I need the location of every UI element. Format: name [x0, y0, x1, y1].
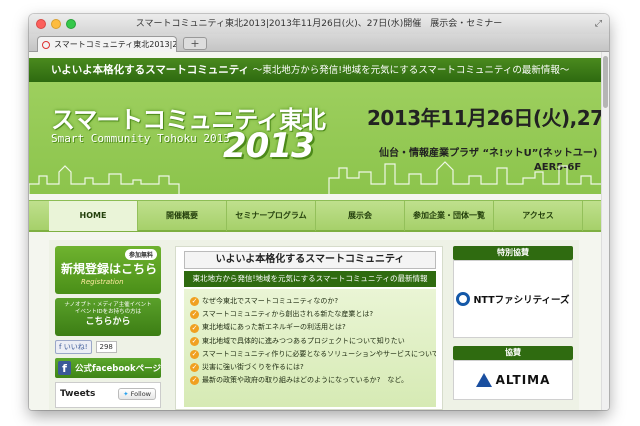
nav-seminar-program[interactable]: セミナープログラム — [227, 201, 316, 231]
facebook-icon: f — [58, 361, 72, 375]
list-item: ✓ 東北地域で具体的に進みつつあるプロジェクトについて知りたい — [190, 335, 436, 348]
question-text: 最新の政策や政府の取り組みはどのようになっているか? など。 — [202, 376, 409, 385]
follow-button[interactable]: ✦ Follow — [118, 388, 156, 400]
free-badge: 参加無料 — [124, 249, 157, 260]
left-sidebar: 参加無料 新規登録はこちら Registration ナノオプト・メディア主催イ… — [55, 246, 161, 408]
special-sponsor-name: NTTファシリティーズ — [473, 295, 570, 306]
facebook-like-row: f いいね! 298 — [55, 340, 161, 354]
tweets-title: Tweets — [60, 389, 96, 399]
browser-window: スマートコミュニティ東北2013|2013年11月26日(火)、27日(水)開催… — [29, 14, 609, 410]
hero-title-en: Smart Community Tohoku 2013 — [51, 132, 230, 145]
title-bar: スマートコミュニティ東北2013|2013年11月26日(火)、27日(水)開催… — [29, 14, 609, 34]
list-item: ✓スマートコミュニティ作りに必要となるソリューションやサービスについて知りたい — [190, 348, 436, 361]
register-sublabel: Registration — [81, 278, 124, 286]
feature-panel: いよいよ本格化するスマートコミュニティ 東北地方から発信!地域を元気にするスマー… — [175, 246, 443, 410]
facebook-page-button[interactable]: f 公式facebookページ — [55, 358, 161, 378]
check-icon: ✓ — [190, 310, 199, 320]
main-content: 参加無料 新規登録はこちら Registration ナノオプト・メディア主催イ… — [49, 240, 579, 410]
check-icon: ✓ — [190, 349, 199, 359]
nav-exhibition[interactable]: 展示会 — [316, 201, 405, 231]
like-button[interactable]: f いいね! — [55, 340, 92, 354]
feature-subheading: 東北地方から発信!地域を元気にするスマートコミュニティの最新情報 — [184, 271, 436, 287]
check-icon: ✓ — [190, 297, 199, 307]
minimize-icon[interactable] — [51, 19, 61, 29]
tagline-subtitle: 〜東北地方から発信!地域を元気にするスマートコミュニティの最新情報〜 — [252, 65, 570, 76]
tagline-title: いよいよ本格化するスマートコミュニティ — [51, 64, 250, 76]
follow-label: Follow — [130, 390, 151, 398]
tab-bar: スマートコミュニティ東北2013|20... + — [29, 34, 609, 52]
event-date: 2013年11月26日(火),27日(水) — [367, 106, 601, 130]
nav-home[interactable]: HOME — [49, 201, 138, 231]
hero-banner: スマートコミュニティ東北 Smart Community Tohoku 2013… — [29, 82, 601, 194]
nav-access[interactable]: アクセス — [494, 201, 583, 231]
facebook-icon: f — [59, 343, 62, 351]
sponsor-heading: 協賛 — [453, 346, 573, 360]
question-text: 災害に強い街づくりを作るには? — [202, 363, 304, 372]
nav-overview[interactable]: 開催概要 — [138, 201, 227, 231]
window-title: スマートコミュニティ東北2013|2013年11月26日(火)、27日(水)開催… — [135, 19, 503, 29]
nav-participants[interactable]: 参加企業・団体一覧 — [405, 201, 494, 231]
media-line-3: こちらから — [85, 317, 131, 327]
feature-body: ✓ なぜ今東北でスマートコミュニティなのか? ✓ スマートコミュニティから創出される… — [184, 289, 436, 407]
page-viewport[interactable]: いよいよ本格化するスマートコミュニティ 〜東北地方から発信!地域を元気にするスマ… — [29, 52, 609, 410]
ntt-logo-icon — [456, 292, 471, 306]
facebook-page-label: 公式facebookページ — [75, 364, 161, 374]
zoom-icon[interactable] — [66, 19, 76, 29]
fullscreen-icon[interactable]: ⤢ — [595, 18, 602, 30]
sponsor-name: ALTIMA — [495, 373, 551, 387]
list-item: ✓ 最新の政策や政府の取り組みはどのようになっているか? など。 — [190, 374, 436, 387]
feature-heading: いよいよ本格化するスマートコミュニティ — [184, 251, 436, 269]
favicon-icon — [42, 41, 50, 49]
event-id-login-button[interactable]: ナノオプト・メディア主催イベント イベントIDをお持ちの方は こちらから — [55, 298, 161, 336]
check-icon: ✓ — [190, 323, 199, 333]
list-item: ✓ スマートコミュニティから創出される新たな産業とは? — [190, 308, 436, 321]
media-line-2: イベントIDをお持ちの方は — [74, 309, 142, 315]
window-controls — [36, 19, 76, 29]
list-item: ✓ 東北地域にあった新エネルギーの利活用とは? — [190, 321, 436, 334]
site-tagline: いよいよ本格化するスマートコミュニティ 〜東北地方から発信!地域を元気にするスマ… — [29, 58, 601, 82]
register-button[interactable]: 参加無料 新規登録はこちら Registration — [55, 246, 161, 294]
question-text: なぜ今東北でスマートコミュニティなのか? — [202, 297, 339, 305]
list-item: ✓ なぜ今東北でスマートコミュニティなのか? — [190, 295, 436, 308]
main-navigation: HOME 開催概要 セミナープログラム 展示会 参加企業・団体一覧 アクセス — [29, 200, 601, 232]
question-text: 東北地域にあった新エネルギーの利活用とは? — [202, 323, 346, 332]
like-count: 298 — [95, 341, 117, 353]
special-sponsor-link[interactable]: NTTファシリティーズ — [453, 260, 573, 338]
check-icon: ✓ — [190, 376, 199, 386]
media-line-1: ナノオプト・メディア主催イベント — [64, 302, 152, 308]
tab-active[interactable]: スマートコミュニティ東北2013|20... — [37, 36, 177, 52]
city-skyline-illustration — [29, 161, 601, 194]
tab-label: スマートコミュニティ東北2013|20... — [54, 40, 177, 49]
scrollbar-thumb[interactable] — [603, 56, 608, 108]
question-text: スマートコミュニティから創出される新たな産業とは? — [202, 310, 374, 319]
altima-logo-icon — [475, 373, 492, 387]
list-item: ✓ 災害に強い街づくりを作るには? — [190, 361, 436, 374]
sponsor-link[interactable]: ALTIMA — [453, 360, 573, 400]
register-label: 新規登録はこちら — [61, 262, 158, 276]
question-text: スマートコミュニティ作りに必要となるソリューションやサービスについて知りたい — [202, 349, 436, 358]
special-sponsor-heading: 特別協賛 — [453, 246, 573, 260]
question-text: 東北地域で具体的に進みつつあるプロジェクトについて知りたい — [202, 336, 405, 345]
check-icon: ✓ — [190, 363, 199, 373]
question-list: ✓ なぜ今東北でスマートコミュニティなのか? ✓ スマートコミュニティから創出される… — [190, 295, 436, 387]
right-sidebar: 特別協賛 NTTファシリティーズ 協賛 ALTIMA — [453, 246, 573, 400]
close-icon[interactable] — [36, 19, 46, 29]
twitter-bird-icon: ✦ — [123, 390, 129, 398]
new-tab-button[interactable]: + — [183, 37, 207, 50]
vertical-scrollbar[interactable] — [601, 52, 609, 410]
twitter-widget: Tweets ✦ Follow — [55, 382, 161, 408]
check-icon: ✓ — [190, 336, 199, 346]
like-label: いいね! — [63, 343, 88, 351]
